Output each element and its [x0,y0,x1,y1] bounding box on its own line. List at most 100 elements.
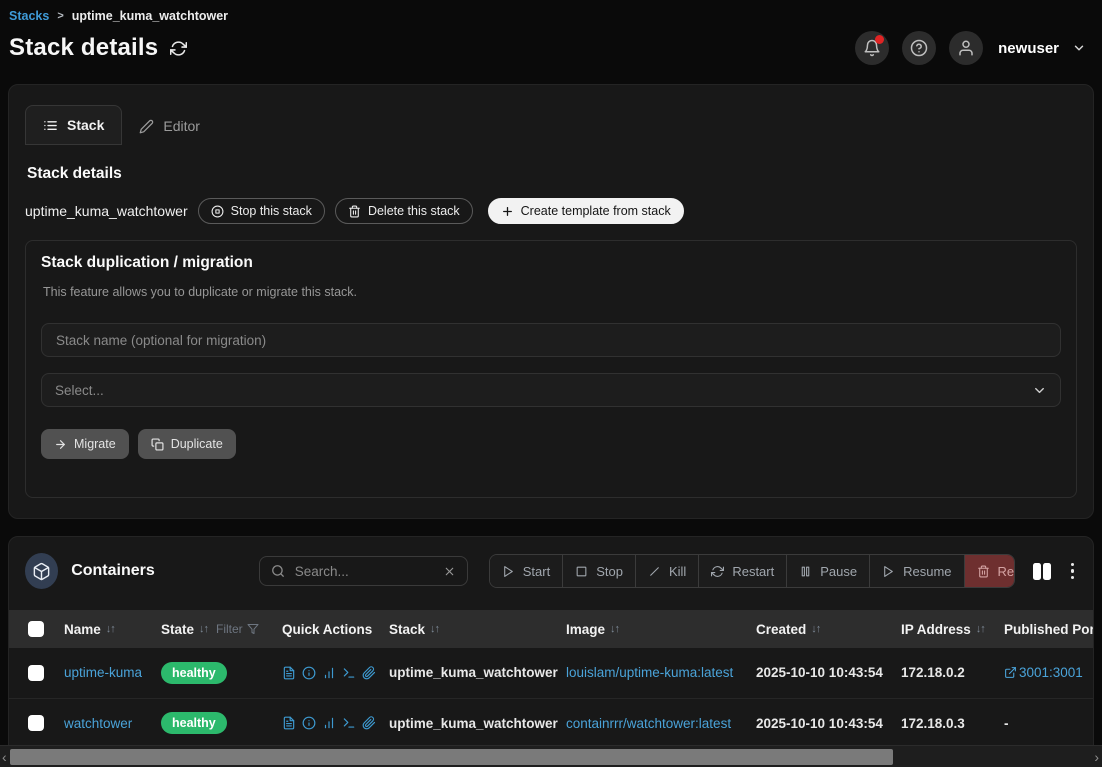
tab-editor[interactable]: Editor [122,107,217,145]
duplicate-label: Duplicate [171,437,223,451]
containers-panel: Containers Start Stop Kill Rest [8,536,1094,766]
columns-toggle-button[interactable] [1033,563,1051,580]
pause-button[interactable]: Pause [787,555,870,587]
pencil-icon [139,119,154,134]
trash-icon [977,565,990,578]
column-header-image[interactable]: Image [566,622,605,637]
restart-button[interactable]: Restart [699,555,787,587]
filter-icon[interactable] [247,623,259,635]
column-header-state[interactable]: State [161,622,194,637]
stats-icon[interactable] [322,666,336,680]
remove-button[interactable]: Remove [965,555,1015,587]
play-icon [502,565,515,578]
select-all-checkbox[interactable] [28,621,44,637]
column-header-ports[interactable]: Published Ports [1004,622,1093,637]
containers-title: Containers [71,562,155,580]
logs-icon[interactable] [282,716,296,730]
page-header: Stack details newuser [0,23,1102,65]
notification-dot [875,35,884,44]
migrate-button[interactable]: Migrate [41,429,129,459]
sort-icon[interactable]: ↓↑ [811,623,820,635]
sort-icon[interactable]: ↓↑ [430,623,439,635]
sort-icon[interactable]: ↓↑ [610,623,619,635]
container-name-link[interactable]: watchtower [64,716,132,731]
scrollbar-thumb[interactable] [10,749,893,765]
kill-button[interactable]: Kill [636,555,699,587]
table-header-row: Name↓↑ State↓↑Filter Quick Actions Stack… [9,610,1093,648]
search-box [259,556,468,586]
stop-stack-label: Stop this stack [231,204,312,218]
tab-editor-label: Editor [163,118,200,134]
published-port-link[interactable]: 3001:3001 [1004,665,1093,680]
ports-cell: - [1004,716,1009,731]
box-icon [32,562,51,581]
section-title: Stack details [27,165,1077,183]
username[interactable]: newuser [998,40,1059,57]
delete-stack-button[interactable]: Delete this stack [335,198,473,224]
user-menu-button[interactable] [1072,41,1086,55]
breadcrumb-separator: > [57,10,63,22]
stack-cell: uptime_kuma_watchtower [389,665,558,680]
search-icon [271,564,285,578]
tab-stack[interactable]: Stack [25,105,122,145]
duplicate-button[interactable]: Duplicate [138,429,236,459]
sort-icon[interactable]: ↓↑ [976,623,985,635]
status-badge: healthy [161,662,227,684]
containers-table: Name↓↑ State↓↑Filter Quick Actions Stack… [9,610,1093,748]
start-button[interactable]: Start [490,555,563,587]
console-icon[interactable] [342,716,356,730]
column-header-stack[interactable]: Stack [389,622,425,637]
created-cell: 2025-10-10 10:43:54 [756,665,883,680]
filter-label[interactable]: Filter [216,622,243,636]
column-header-ip[interactable]: IP Address [901,622,971,637]
container-name-link[interactable]: uptime-kuma [64,665,142,680]
chevron-down-icon [1032,383,1047,398]
search-input[interactable] [293,563,435,580]
notifications-button[interactable] [855,31,889,65]
image-link[interactable]: louislam/uptime-kuma:latest [566,665,733,680]
stats-icon[interactable] [322,716,336,730]
close-icon [443,565,456,578]
environment-select-value: Select... [55,383,104,398]
column-header-name[interactable]: Name [64,622,101,637]
column-header-created[interactable]: Created [756,622,806,637]
trash-icon [348,205,361,218]
resume-label: Resume [903,564,951,579]
environment-select[interactable]: Select... [41,373,1061,407]
sort-icon[interactable]: ↓↑ [199,623,208,635]
inspect-icon[interactable] [302,716,316,730]
row-checkbox[interactable] [28,665,44,681]
stack-name: uptime_kuma_watchtower [25,203,188,219]
user-avatar[interactable] [949,31,983,65]
inspect-icon[interactable] [302,666,316,680]
external-link-icon [1004,666,1017,679]
port-label: 3001:3001 [1019,665,1083,680]
containers-section-icon [25,553,58,589]
create-template-button[interactable]: Create template from stack [488,198,684,224]
container-actions-toolbar: Start Stop Kill Restart Pause Resume [489,554,1015,588]
kebab-icon [1071,563,1075,567]
help-button[interactable] [902,31,936,65]
stop-circle-icon [211,205,224,218]
console-icon[interactable] [342,666,356,680]
more-options-button[interactable] [1068,560,1078,583]
stack-name-input[interactable] [41,323,1061,357]
resume-button[interactable]: Resume [870,555,964,587]
breadcrumb: Stacks > uptime_kuma_watchtower [0,0,1102,23]
quick-actions [282,716,389,730]
image-link[interactable]: containrrr/watchtower:latest [566,716,731,731]
scroll-left-arrow[interactable]: ‹ [2,748,7,766]
horizontal-scrollbar[interactable]: ‹ › [0,745,1102,767]
attach-icon[interactable] [362,666,376,680]
scroll-right-arrow[interactable]: › [1094,748,1099,766]
clear-search-button[interactable] [443,565,456,578]
attach-icon[interactable] [362,716,376,730]
logs-icon[interactable] [282,666,296,680]
breadcrumb-link-stacks[interactable]: Stacks [9,9,49,23]
duplication-section: Stack duplication / migration This featu… [25,240,1077,498]
stop-stack-button[interactable]: Stop this stack [198,198,325,224]
stop-button[interactable]: Stop [563,555,636,587]
sort-icon[interactable]: ↓↑ [106,623,115,635]
refresh-button[interactable] [170,40,187,57]
row-checkbox[interactable] [28,715,44,731]
